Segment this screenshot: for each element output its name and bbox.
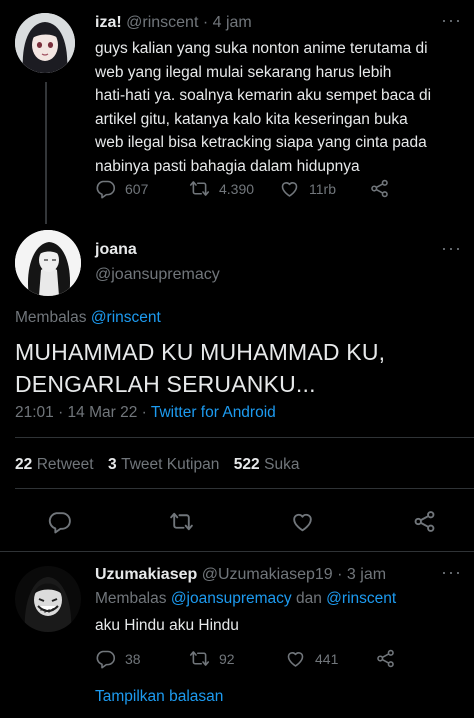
timestamp[interactable]: · 4 jam (203, 14, 252, 31)
retweet-stat-label: Retweet (36, 456, 94, 473)
tweet-header: Uzumakiasep @Uzumakiasep19 · 3 jam (95, 566, 386, 584)
like-stat-count: 522 (233, 456, 260, 473)
share-button[interactable] (369, 178, 390, 199)
timestamp[interactable]: 21:01 · 14 Mar 22 · (15, 404, 147, 421)
show-replies-link[interactable]: Tampilkan balasan (95, 688, 223, 706)
tweet-text-line: web yang ilegal mulai sekarang harus leb… (95, 63, 392, 81)
tweet-meta: 21:01 · 14 Mar 22 · Twitter for Android (15, 404, 276, 422)
tweet-text: MUHAMMAD KU MUHAMMAD KU, DENGARLAH SERUA… (15, 336, 465, 400)
share-icon (412, 509, 437, 534)
retweet-count: 4.390 (219, 180, 255, 197)
like-button[interactable]: 441 (285, 648, 375, 669)
display-name[interactable]: joana (95, 241, 137, 259)
like-stat[interactable]: 522 Suka (234, 456, 300, 473)
retweet-count: 92 (219, 650, 235, 667)
tweet-text-line: nabinya pasti bahagia dalam hidupnya (95, 157, 360, 175)
tweet-stats: 22 Retweet 3 Tweet Kutipan 522 Suka (15, 456, 299, 474)
tweet-text-line: artikel gitu, katanya kalo kita kesering… (95, 110, 408, 128)
avatar-image (15, 230, 81, 296)
more-icon[interactable]: ··· (441, 562, 462, 583)
tweet-actions: 607 4.390 11rb (95, 178, 390, 199)
username[interactable]: @rinscent (126, 14, 198, 31)
retweet-icon (189, 178, 210, 199)
retweet-button[interactable]: 4.390 (189, 178, 279, 199)
reply-button[interactable]: 607 (95, 178, 189, 199)
replying-label: Membalas (95, 590, 167, 607)
retweet-button[interactable]: 92 (189, 648, 285, 669)
retweet-icon (189, 648, 210, 669)
username[interactable]: @Uzumakiasep19 (202, 566, 333, 583)
reply-count: 607 (125, 180, 149, 197)
more-icon[interactable]: ··· (441, 10, 462, 31)
replying-label: Membalas (15, 309, 87, 326)
username[interactable]: @joansupremacy (95, 266, 220, 284)
like-icon (290, 509, 315, 534)
replying-joiner: dan (295, 590, 322, 607)
tweet-text-line: MUHAMMAD KU MUHAMMAD KU, (15, 339, 386, 365)
like-button[interactable] (290, 509, 315, 534)
reply-button[interactable]: 38 (95, 648, 189, 669)
like-icon (285, 648, 306, 669)
display-name[interactable]: Uzumakiasep (95, 566, 197, 583)
tweet-text: guys kalian yang suka nonton anime terut… (95, 37, 467, 178)
display-name[interactable]: iza! (95, 14, 122, 31)
share-button[interactable] (375, 648, 396, 669)
avatar[interactable] (15, 13, 75, 73)
like-count: 11rb (309, 180, 336, 197)
avatar-image (15, 566, 81, 632)
avatar[interactable] (15, 230, 81, 296)
share-button[interactable] (412, 509, 437, 534)
tweet-actions: 38 92 441 (95, 648, 396, 669)
mention-link[interactable]: @joansupremacy (171, 590, 292, 607)
reply-icon (95, 178, 116, 199)
share-icon (369, 178, 390, 199)
retweet-button[interactable] (169, 509, 194, 534)
retweet-stat[interactable]: 22 Retweet (15, 456, 98, 473)
more-icon[interactable]: ··· (441, 238, 462, 259)
like-button[interactable]: 11rb (279, 178, 369, 199)
tweet-text-line: DENGARLAH SERUANKU... (15, 371, 316, 397)
thread-line (45, 82, 47, 224)
timestamp[interactable]: · 3 jam (337, 566, 386, 583)
reply-icon (95, 648, 116, 669)
tweet-text-line: guys kalian yang suka nonton anime terut… (95, 40, 428, 57)
reply-icon (47, 509, 72, 534)
tweet-actions (47, 509, 437, 534)
share-icon (375, 648, 396, 669)
like-stat-label: Suka (264, 456, 300, 473)
quote-stat[interactable]: 3 Tweet Kutipan (108, 456, 224, 473)
tweet-text: aku Hindu aku Hindu (95, 617, 239, 634)
divider (0, 551, 474, 552)
avatar-image (15, 13, 75, 73)
replying-to: Membalas @rinscent (15, 309, 161, 327)
like-icon (279, 178, 300, 199)
source-link[interactable]: Twitter for Android (151, 404, 276, 421)
like-count: 441 (315, 650, 339, 667)
tweet-text-line: web ilegal bisa ketracking siapa yang ci… (95, 134, 427, 151)
quote-stat-label: Tweet Kutipan (121, 456, 220, 473)
quote-stat-count: 3 (108, 456, 117, 473)
reply-count: 38 (125, 650, 141, 667)
mention-link[interactable]: @rinscent (326, 590, 396, 607)
tweet-header: iza! @rinscent · 4 jam (95, 14, 252, 32)
mention-link[interactable]: @rinscent (91, 309, 161, 326)
avatar[interactable] (15, 566, 81, 632)
retweet-stat-count: 22 (15, 456, 33, 473)
divider (15, 437, 474, 438)
tweet-text-line: hati-hati ya. soalnya kemarin aku sempet… (95, 87, 432, 104)
divider (15, 488, 474, 489)
retweet-icon (169, 509, 194, 534)
replying-to: Membalas @joansupremacy dan @rinscent (95, 590, 396, 608)
reply-button[interactable] (47, 509, 72, 534)
